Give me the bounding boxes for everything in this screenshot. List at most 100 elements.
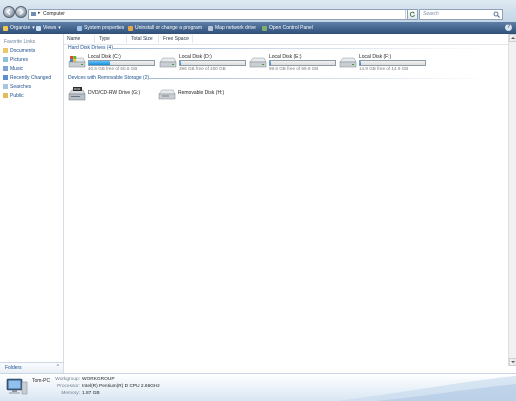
system-properties-label: System properties — [84, 25, 125, 31]
search-placeholder: Search — [423, 11, 439, 17]
sidebar-item-label: Documents — [10, 47, 36, 54]
pictures-icon — [3, 57, 8, 62]
map-drive-label: Map network drive — [215, 25, 256, 31]
sidebar-item-searches[interactable]: Searches — [3, 82, 31, 91]
column-header-row: Name Type Total Size Free Space — [64, 34, 508, 45]
column-divider[interactable] — [126, 35, 127, 43]
breadcrumb-computer[interactable]: Computer — [43, 11, 65, 17]
control-panel-icon — [262, 25, 267, 31]
drive-space-info: 40.5 GB free of 60.8 GB — [88, 66, 138, 71]
drive-usage-fill — [270, 61, 272, 65]
drive-space-info: 14.9 GB free of 14.9 GB — [359, 66, 409, 71]
views-button[interactable]: Views ▾ — [36, 24, 61, 32]
column-free-space[interactable]: Free Space — [163, 36, 189, 42]
drive-e[interactable]: Local Disk (E:) 99.8 GB free of 99.9 GB — [249, 53, 341, 75]
chevron-down-icon — [511, 361, 515, 363]
sidebar-item-label: Searches — [10, 83, 32, 90]
open-control-panel-button[interactable]: Open Control Panel — [262, 24, 313, 32]
drive-name: Removable Disk (H:) — [178, 90, 225, 96]
drive-usage-fill — [360, 61, 362, 65]
svg-text:DVD: DVD — [74, 87, 81, 91]
sidebar-item-recently-changed[interactable]: Recently Changed — [3, 73, 51, 82]
searches-icon — [3, 84, 8, 89]
hard-drive-icon — [339, 57, 357, 68]
column-type[interactable]: Type — [99, 36, 110, 42]
organize-button[interactable]: Organize ▾ — [3, 24, 35, 32]
computer-icon — [31, 12, 36, 16]
search-icon[interactable] — [493, 11, 500, 18]
chevron-up-icon — [511, 37, 515, 39]
public-icon — [3, 93, 8, 98]
chevron-down-icon: ▾ — [32, 25, 35, 31]
computer-name: Tom-PC — [32, 378, 51, 384]
control-panel-label: Open Control Panel — [269, 25, 313, 31]
column-name[interactable]: Name — [67, 36, 80, 42]
group-divider — [112, 48, 492, 49]
sidebar-item-label: Public — [10, 92, 24, 99]
sidebar-item-label: Pictures — [10, 56, 29, 63]
processor-value: Intel(R) Pentium(R) D CPU 2.66GHz — [82, 384, 160, 389]
recently-changed-icon — [3, 75, 8, 80]
documents-icon — [3, 48, 8, 53]
column-total-size[interactable]: Total Size — [131, 36, 153, 42]
group-divider — [148, 78, 492, 79]
sidebar-item-music[interactable]: Music — [3, 64, 23, 73]
group-removable-storage[interactable]: Devices with Removable Storage (2) — [68, 75, 149, 81]
sidebar-item-label: Music — [10, 65, 24, 72]
workgroup-label: Workgroup: — [55, 377, 80, 382]
map-network-drive-button[interactable]: Map network drive — [208, 24, 256, 32]
sidebar-item-public[interactable]: Public — [3, 91, 24, 100]
dvd-drive-icon: DVD — [68, 87, 86, 101]
drive-d[interactable]: Local Disk (D:) 396 GB free of 400 GB — [159, 53, 251, 75]
scroll-down-button[interactable] — [509, 358, 516, 366]
uninstall-program-button[interactable]: Uninstall or change a program — [128, 24, 202, 32]
column-divider[interactable] — [192, 35, 193, 43]
drive-h[interactable]: Removable Disk (H:) — [158, 83, 250, 105]
back-button[interactable] — [3, 6, 15, 18]
chevron-up-icon: ^ — [56, 364, 59, 370]
breadcrumb-separator-icon[interactable]: ▸ — [38, 10, 41, 16]
uninstall-label: Uninstall or change a program — [135, 25, 202, 31]
drive-usage-fill — [180, 61, 182, 65]
system-properties-button[interactable]: System properties — [77, 24, 124, 32]
refresh-button[interactable] — [407, 9, 418, 20]
column-divider[interactable] — [94, 35, 95, 43]
drive-c[interactable]: Local Disk (C:) 40.5 GB free of 60.8 GB — [68, 53, 160, 75]
system-properties-icon — [77, 25, 82, 31]
details-pane: Tom-PC Workgroup: WORKGROUP Processor: I… — [0, 373, 516, 401]
drive-name: DVD/CD-RW Drive (G:) — [88, 90, 141, 96]
sidebar-item-pictures[interactable]: Pictures — [3, 55, 28, 64]
vertical-scrollbar[interactable] — [508, 34, 516, 366]
address-bar-area: ▸ Computer Search — [0, 0, 516, 23]
workgroup-value: WORKGROUP — [82, 377, 115, 382]
windows-drive-icon — [68, 56, 86, 68]
address-field[interactable]: ▸ Computer — [28, 9, 416, 20]
folders-label: Folders — [5, 365, 22, 371]
help-button[interactable]: ? — [505, 24, 512, 31]
drive-f[interactable]: Local Disk (F:) 14.9 GB free of 14.9 GB — [339, 53, 431, 75]
organize-label: Organize — [10, 25, 31, 31]
views-icon — [36, 25, 41, 31]
memory-label: Memory: — [61, 391, 80, 396]
scroll-up-button[interactable] — [509, 34, 516, 42]
refresh-icon — [409, 11, 415, 17]
hard-drive-icon — [249, 57, 267, 68]
processor-label: Processor: — [57, 384, 80, 389]
column-divider[interactable] — [158, 35, 159, 43]
drive-space-info: 396 GB free of 400 GB — [179, 66, 226, 71]
search-input[interactable]: Search — [419, 9, 503, 20]
sidebar-item-label: Recently Changed — [10, 74, 52, 81]
removable-disk-icon — [158, 89, 176, 100]
favorite-links-heading: Favorite Links — [4, 39, 36, 45]
uninstall-icon — [128, 25, 133, 31]
forward-button[interactable] — [15, 6, 27, 18]
group-hard-disk-drives[interactable]: Hard Disk Drives (4) — [68, 45, 113, 51]
sidebar-item-documents[interactable]: Documents — [3, 46, 35, 55]
music-icon — [3, 66, 8, 71]
forward-arrow-icon — [19, 9, 24, 15]
drive-g[interactable]: DVD DVD/CD-RW Drive (G:) — [68, 83, 160, 105]
back-arrow-icon — [6, 9, 11, 15]
computer-icon — [6, 378, 28, 395]
drive-space-info: 99.8 GB free of 99.9 GB — [269, 66, 319, 71]
views-label: Views — [43, 25, 57, 31]
